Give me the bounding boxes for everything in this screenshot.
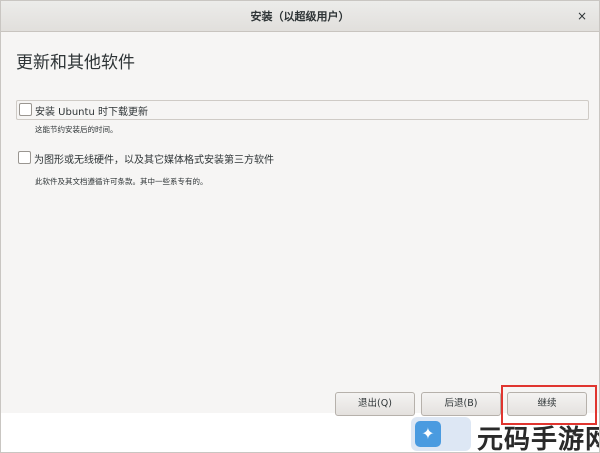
third-party-option[interactable]: 为图形或无线硬件，以及其它媒体格式安装第三方软件 [16,149,588,167]
third-party-description: 此软件及其文档遵循许可条款。其中一些系专有的。 [35,177,208,186]
title-bar: 安装（以超级用户） × [1,1,599,32]
page-title: 更新和其他软件 [16,53,135,73]
quit-button[interactable]: 退出(Q) [335,392,415,416]
third-party-checkbox[interactable] [18,151,31,164]
download-updates-description: 这能节约安装后的时间。 [35,125,118,134]
watermark-logo: ✦ [411,417,471,451]
installer-window: 安装（以超级用户） × 更新和其他软件 安装 Ubuntu 时下载更新 这能节约… [0,0,600,453]
bird-logo-icon: ✦ [415,421,441,447]
watermark: ✦ 元码手游网 [411,415,600,453]
watermark-text: 元码手游网 [477,425,600,453]
download-updates-checkbox[interactable] [19,103,32,116]
back-button[interactable]: 后退(B) [421,392,501,416]
download-updates-option[interactable]: 安装 Ubuntu 时下载更新 [16,100,589,120]
close-icon[interactable]: × [573,7,591,25]
download-updates-label[interactable]: 安装 Ubuntu 时下载更新 [35,103,148,118]
third-party-label[interactable]: 为图形或无线硬件，以及其它媒体格式安装第三方软件 [34,151,274,166]
window-title: 安装（以超级用户） [250,10,350,23]
